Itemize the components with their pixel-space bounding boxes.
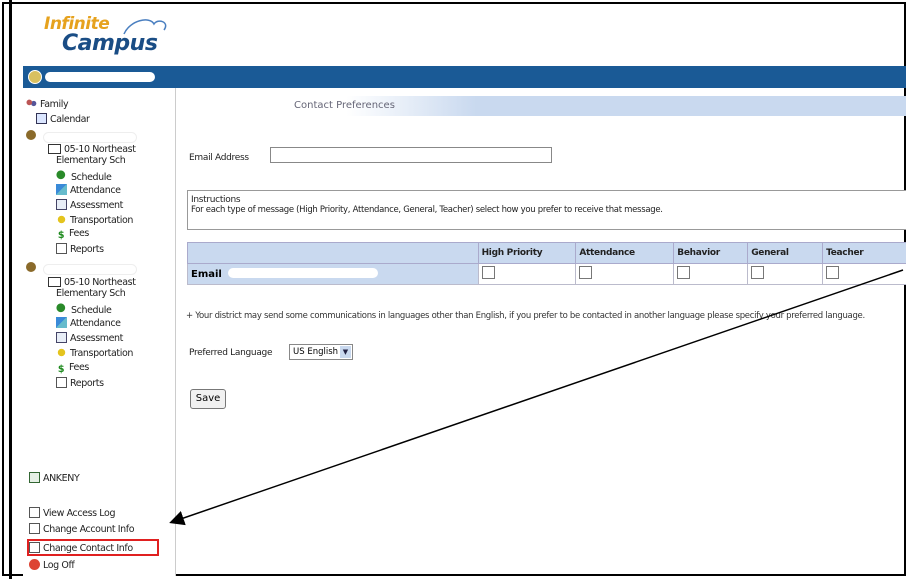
annotation-arrow: [169, 269, 904, 526]
annotation-arrow-layer: [169, 269, 904, 526]
